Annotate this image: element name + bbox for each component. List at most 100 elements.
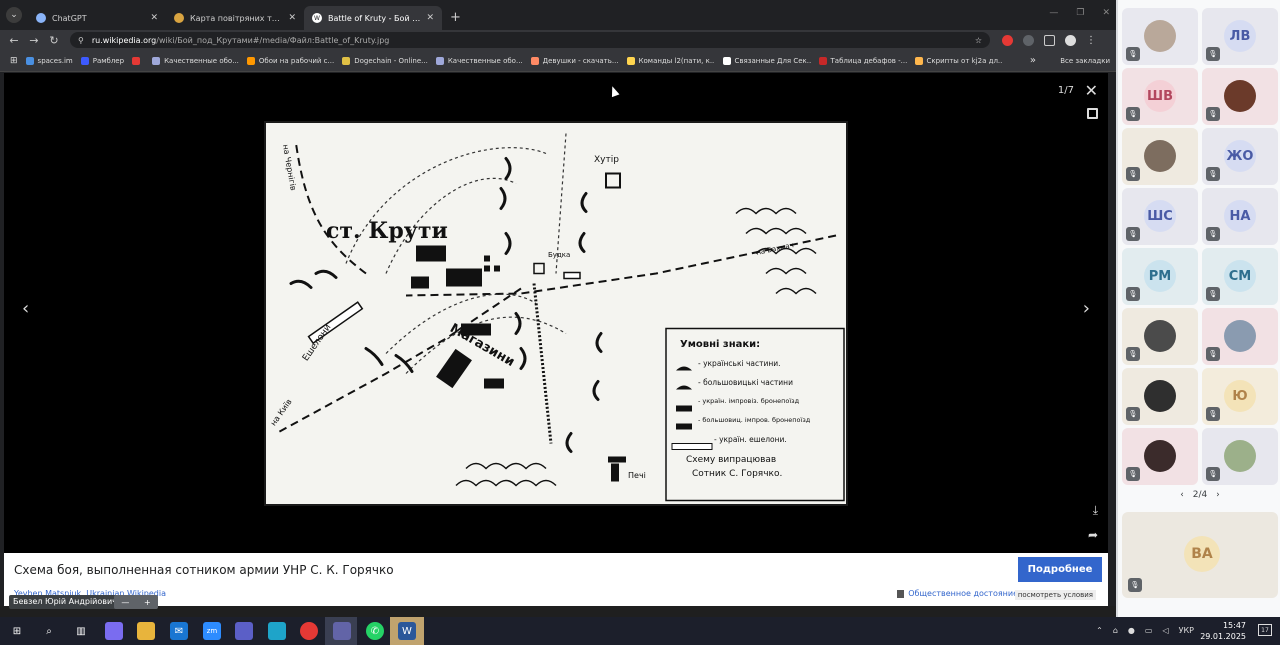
mic-muted-icon: 🎙 [1126,467,1140,481]
speaker-controls[interactable]: — + [114,595,158,609]
participant-tile[interactable]: СМ 🎙 [1202,248,1278,305]
all-bookmarks-folder[interactable]: Все закладки [1060,57,1110,65]
tab-chatgpt[interactable]: ChatGPT ✕ [28,6,166,30]
store-icon[interactable] [235,622,253,640]
bookmark-favicon-icon [25,56,34,65]
reload-icon[interactable]: ↻ [44,34,64,47]
volume-icon[interactable]: ◁ [1162,626,1168,635]
bookmark-item[interactable]: Качественные обо... [435,56,523,65]
previous-image-icon[interactable]: ‹ [22,298,29,319]
bookmark-item[interactable]: Девушки - скачать... [530,56,619,65]
license-link[interactable]: Общественное достояние [897,589,1018,598]
battle-map-image: ст. Крути Хутір Будка Магазини Ешелони н… [264,121,848,506]
mic-muted-icon: 🎙 [1206,167,1220,181]
participant-tile[interactable]: 🎙 [1202,68,1278,125]
pager-next-icon[interactable]: › [1216,490,1220,500]
notification-icon[interactable]: 17 [1258,624,1272,636]
armored-train-marker [563,271,581,280]
bookmarks-overflow-icon[interactable]: » [1030,55,1036,66]
language-indicator[interactable]: УКР [1179,626,1194,635]
tray-overflow-icon[interactable]: ⌃ [1096,626,1103,635]
profile-avatar-icon[interactable] [1065,34,1076,46]
site-info-icon[interactable]: ⚲ [78,36,84,45]
zoom-icon[interactable]: zm [203,622,221,640]
participant-tile[interactable]: 🎙 [1202,308,1278,365]
pager-prev-icon[interactable]: ‹ [1180,490,1184,500]
participant-tile[interactable]: НА 🎙 [1202,188,1278,245]
participant-tile[interactable]: ЖО 🎙 [1202,128,1278,185]
share-icon[interactable]: ➦ [1088,528,1098,542]
restore-icon[interactable]: ❐ [1076,8,1084,18]
download-icon[interactable]: ⤓ [1093,503,1098,518]
bookmark-item[interactable]: Dogechain - Online... [342,56,428,65]
participant-tile[interactable]: Ю 🎙 [1202,368,1278,425]
url-input[interactable]: ⚲ ru.wikipedia.org /wiki/Бой_под_Крутами… [70,32,990,48]
forward-icon[interactable]: → [24,34,44,47]
avatar: Ю [1224,380,1256,412]
back-icon[interactable]: ← [4,34,24,47]
participant-tile[interactable]: ШС 🎙 [1122,188,1198,245]
bookmark-item[interactable]: spaces.im [25,56,73,65]
extension-icon[interactable] [1002,34,1013,46]
bookmark-star-icon[interactable]: ☆ [975,36,982,45]
word-icon[interactable]: W [398,622,416,640]
whatsapp-icon[interactable]: ✆ [366,622,384,640]
plus-icon[interactable]: + [144,598,151,607]
tab-search-button[interactable]: ⌄ [6,7,22,23]
search-icon[interactable]: ⌕ [40,622,58,640]
chrome-icon[interactable] [300,622,318,640]
apps-grid-icon[interactable]: ⊞ [10,56,18,66]
legend-item: - україн. ешелони. [714,435,787,444]
participant-tile[interactable]: ШВ 🎙 [1122,68,1198,125]
participant-tile[interactable]: 🎙 [1202,428,1278,485]
bookmark-item[interactable]: Качественные обо... [152,56,239,65]
bookmark-item[interactable]: Связанные Для Сек... [722,56,811,65]
clock[interactable]: 15:47 29.01.2025 [1200,620,1246,642]
participant-tile[interactable]: 🎙 [1122,308,1198,365]
copilot-icon[interactable] [105,622,123,640]
browser-menu-icon[interactable]: ⋮ [1086,35,1096,46]
tab-battle-of-kruty[interactable]: W Battle of Kruty - Бой под Круто... ✕ [304,6,442,30]
tab-alert-map[interactable]: Карта повітряних тривог Укр... ✕ [166,6,304,30]
participant-tile[interactable]: 🎙 [1122,428,1198,485]
bookmark-item[interactable]: Команды l2(пати, к... [626,56,715,65]
participant-tile[interactable]: РМ 🎙 [1122,248,1198,305]
participant-tile[interactable]: 🎙 [1122,8,1198,65]
avatar: ВА [1184,536,1220,572]
windows-start-icon[interactable]: ⊞ [8,622,26,640]
minimize-icon[interactable]: — [1049,8,1058,18]
participant-tile[interactable]: ЛВ 🎙 [1202,8,1278,65]
tab-title: Battle of Kruty - Бой под Круто... [328,13,423,23]
bookmark-item[interactable]: Скрипты от kj2a дл... [914,56,1003,65]
view-terms-button[interactable]: посмотреть условия [1014,590,1096,600]
bookmark-label: Качественные обо... [447,56,523,65]
file-explorer-icon[interactable] [137,622,155,640]
extension-icon[interactable] [1023,34,1034,46]
new-tab-button[interactable]: + [450,10,461,25]
bookmark-item[interactable]: Обои на рабочий с... [246,56,334,65]
mic-icon[interactable]: ● [1128,626,1135,635]
next-image-icon[interactable]: › [1083,298,1090,319]
participant-tile[interactable]: 🎙 [1122,368,1198,425]
extensions-puzzle-icon[interactable] [1044,34,1055,46]
bookmark-item[interactable]: Рамблер [80,56,124,65]
participant-tile[interactable]: 🎙 [1122,128,1198,185]
edge-icon[interactable] [268,622,286,640]
railway-embankment [532,283,553,444]
bookmark-item[interactable] [132,56,144,65]
close-viewer-icon[interactable]: ✕ [1085,81,1098,100]
tab-close-icon[interactable]: ✕ [288,13,296,23]
featured-participant-tile[interactable]: ВА 🎙 [1122,512,1278,598]
display-icon[interactable]: ▭ [1145,626,1153,635]
mail-icon[interactable]: ✉ [170,622,188,640]
minus-icon[interactable]: — [121,598,129,607]
tab-close-icon[interactable]: ✕ [426,13,434,23]
teams-icon[interactable] [333,622,351,640]
more-details-button[interactable]: Подробнее [1018,557,1102,582]
close-window-icon[interactable]: ✕ [1102,8,1110,18]
network-icon[interactable]: ⌂ [1113,626,1118,635]
task-view-icon[interactable]: ▥ [72,622,90,640]
fullscreen-icon[interactable] [1087,108,1098,119]
bookmark-item[interactable]: Таблица дебафов -... [818,56,907,65]
tab-close-icon[interactable]: ✕ [150,13,158,23]
